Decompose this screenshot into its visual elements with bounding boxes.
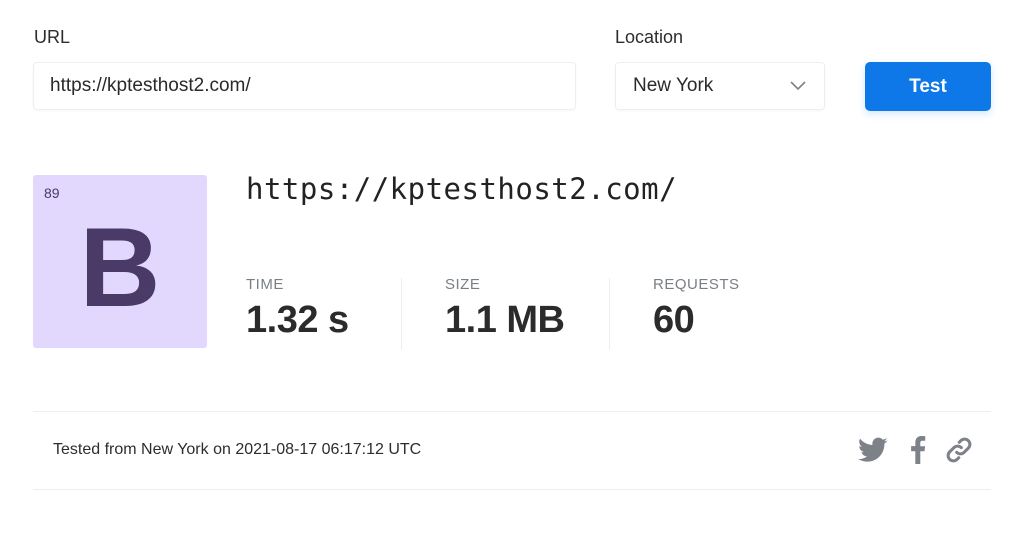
link-icon [946,437,972,463]
share-twitter-button[interactable] [857,434,889,466]
url-field[interactable] [33,62,576,110]
test-button[interactable]: Test [865,62,991,111]
share-link-button[interactable] [943,434,975,466]
tested-from-text: Tested from New York on 2021-08-17 06:17… [53,441,422,458]
metric-value: 60 [653,299,695,341]
divider [33,489,991,490]
chevron-down-icon [790,81,806,91]
metric-label: SIZE [445,276,481,293]
facebook-icon [911,436,926,464]
share-facebook-button[interactable] [902,434,934,466]
location-selected-value: New York [633,75,714,96]
metric-value: 1.1 MB [445,299,565,341]
twitter-icon [858,437,888,462]
metric-label: REQUESTS [653,276,740,293]
grade-letter: B [79,205,161,330]
url-label: URL [34,27,71,47]
divider [401,278,402,350]
metric-time: TIME 1.32 s [246,276,349,342]
divider [33,411,991,412]
location-label: Location [615,27,684,47]
metric-value: 1.32 s [246,299,349,341]
url-input[interactable] [50,75,575,97]
grade-badge: 89 B [33,175,207,348]
metric-size: SIZE 1.1 MB [445,276,565,342]
divider [609,278,610,350]
grade-score: 89 [44,185,60,201]
metric-label: TIME [246,276,284,293]
metric-requests: REQUESTS 60 [653,276,740,342]
location-select[interactable]: New York [615,62,825,110]
result-url: https://kptesthost2.com/ [246,172,678,206]
